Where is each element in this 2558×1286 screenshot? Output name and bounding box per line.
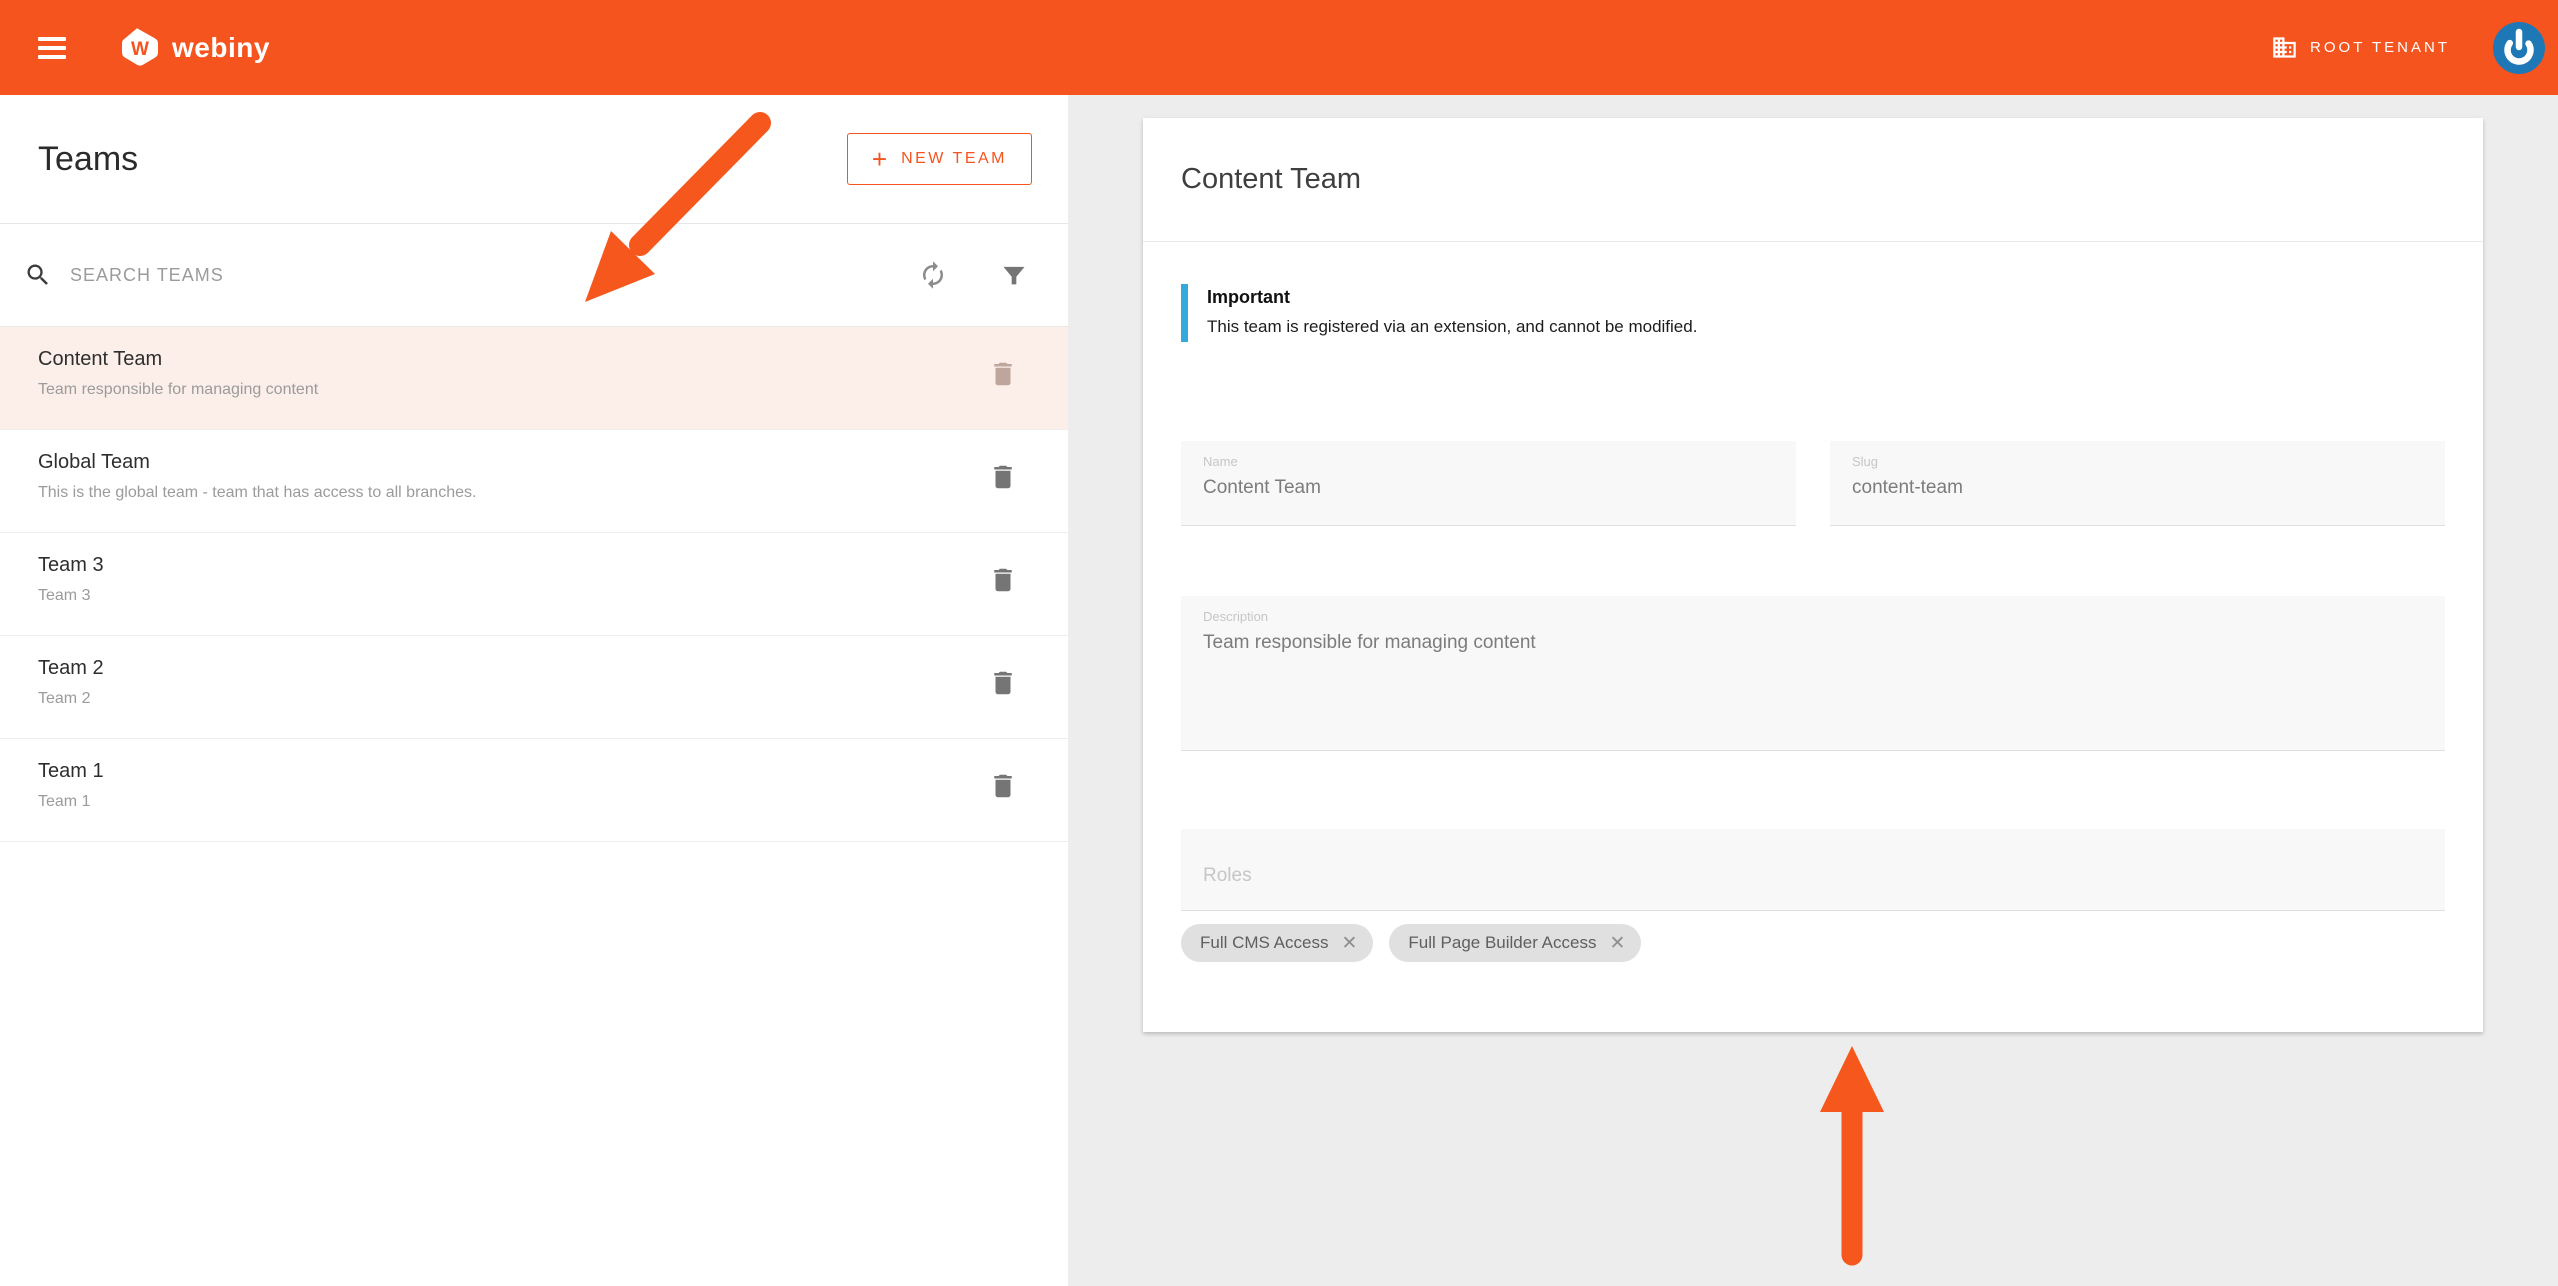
webiny-logo[interactable]: W webiny xyxy=(120,26,270,70)
team-name: Team 1 xyxy=(38,760,104,782)
alert-title: Important xyxy=(1207,287,1290,307)
team-name: Global Team xyxy=(38,451,150,473)
slug-field-label: Slug xyxy=(1852,454,1879,469)
filter-icon xyxy=(1003,266,1025,285)
tenant-selector[interactable]: ROOT TENANT xyxy=(2271,34,2450,61)
team-list-item-global-team[interactable]: Global Team This is the global team - te… xyxy=(0,430,1068,533)
chip-close-icon[interactable]: ✕ xyxy=(1609,934,1625,953)
search-bar xyxy=(0,223,1068,327)
roles-field: Roles xyxy=(1181,829,2445,911)
svg-text:W: W xyxy=(131,39,149,60)
tenant-label: ROOT TENANT xyxy=(2310,39,2450,56)
hamburger-menu-icon[interactable] xyxy=(22,18,82,78)
description-field-label: Description xyxy=(1203,609,1269,624)
roles-chips: Full CMS Access ✕ Full Page Builder Acce… xyxy=(1181,924,2445,962)
slug-field-value: content-team xyxy=(1852,477,1963,498)
new-team-button-label: NEW TEAM xyxy=(901,150,1007,167)
team-detail-title: Content Team xyxy=(1181,163,1362,195)
trash-icon xyxy=(994,465,1012,489)
team-description: This is the global team - team that has … xyxy=(38,484,477,501)
building-icon xyxy=(2273,37,2296,58)
user-avatar[interactable] xyxy=(2492,21,2546,75)
webiny-wordmark: webiny xyxy=(172,31,270,63)
team-list-item-team-3[interactable]: Team 3 Team 3 xyxy=(0,533,1068,636)
team-description: Team 1 xyxy=(38,793,91,810)
role-chip-label: Full Page Builder Access xyxy=(1408,933,1597,952)
trash-icon xyxy=(994,568,1012,592)
team-detail-card: Content Team Important This team is regi… xyxy=(1143,118,2483,1032)
app-bar: W webiny ROOT TENANT xyxy=(0,0,2558,95)
team-list-item-team-1[interactable]: Team 1 Team 1 xyxy=(0,739,1068,842)
new-team-button[interactable]: + NEW TEAM xyxy=(846,133,1032,185)
name-field-label: Name xyxy=(1203,454,1238,469)
description-field-value: Team responsible for managing content xyxy=(1203,632,1536,653)
search-input[interactable] xyxy=(70,264,912,286)
webiny-admin-page: W webiny ROOT TENANT Teams + NEW TEAM SE… xyxy=(0,0,2558,1286)
trash-icon xyxy=(994,774,1012,798)
alert-message: This team is registered via an extension… xyxy=(1207,317,1698,336)
gravatar-power-icon xyxy=(2493,21,2545,74)
teams-toolbar: Teams + NEW TEAM xyxy=(0,95,1068,223)
slug-field: Slug content-team xyxy=(1830,441,2445,526)
role-chip-full-page-builder-access: Full Page Builder Access ✕ xyxy=(1389,924,1642,962)
chip-close-icon[interactable]: ✕ xyxy=(1341,934,1357,953)
team-list-item-content-team[interactable]: Content Team Team responsible for managi… xyxy=(0,327,1068,430)
team-description: Team 3 xyxy=(38,587,91,604)
team-name: Team 2 xyxy=(38,657,104,679)
refresh-button[interactable] xyxy=(912,254,954,296)
team-name: Team 3 xyxy=(38,554,104,576)
role-chip-full-cms-access: Full CMS Access ✕ xyxy=(1181,924,1374,962)
team-name: Content Team xyxy=(38,348,163,370)
team-detail-body: Important This team is registered via an… xyxy=(1143,242,2483,962)
delete-team-button[interactable] xyxy=(988,668,1018,701)
plus-icon: + xyxy=(871,144,888,174)
teams-list: Content Team Team responsible for managi… xyxy=(0,327,1068,842)
team-list-item-team-2[interactable]: Team 2 Team 2 xyxy=(0,636,1068,739)
name-field-value: Content Team xyxy=(1203,477,1321,498)
teams-list-panel: Teams + NEW TEAM SEARCH TEAMS Content Te… xyxy=(0,95,1068,1286)
delete-team-button[interactable] xyxy=(988,359,1018,392)
delete-team-button[interactable] xyxy=(988,565,1018,598)
roles-field-label: Roles xyxy=(1203,865,1252,886)
delete-team-button[interactable] xyxy=(988,771,1018,804)
team-detail-header: Content Team xyxy=(1143,118,2483,242)
description-field: Description Team responsible for managin… xyxy=(1181,596,2445,751)
webiny-hexagon-icon: W xyxy=(122,27,158,66)
important-alert: Important This team is registered via an… xyxy=(1181,284,2445,342)
role-chip-label: Full CMS Access xyxy=(1200,933,1329,952)
delete-team-button[interactable] xyxy=(988,462,1018,495)
annotation-arrow-up xyxy=(1820,1046,1884,1266)
trash-icon xyxy=(994,362,1012,386)
page-title: Teams xyxy=(38,139,139,178)
team-description: Team responsible for managing content xyxy=(38,381,319,398)
refresh-icon xyxy=(923,261,943,289)
name-field: Name Content Team xyxy=(1181,441,1796,526)
team-description: Team 2 xyxy=(38,690,91,707)
search-icon xyxy=(27,264,48,285)
trash-icon xyxy=(994,671,1012,695)
filter-button[interactable] xyxy=(994,255,1034,295)
